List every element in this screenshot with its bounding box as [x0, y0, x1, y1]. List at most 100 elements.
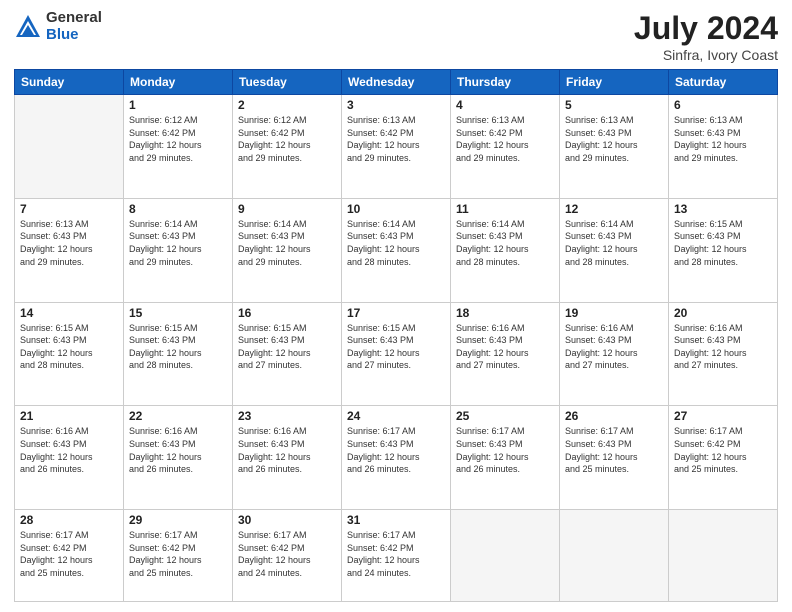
- day-number: 27: [674, 409, 772, 423]
- day-number: 8: [129, 202, 227, 216]
- calendar-table: Sunday Monday Tuesday Wednesday Thursday…: [14, 69, 778, 602]
- day-info: Sunrise: 6:16 AM Sunset: 6:43 PM Dayligh…: [238, 425, 336, 475]
- table-row: 24Sunrise: 6:17 AM Sunset: 6:43 PM Dayli…: [342, 406, 451, 510]
- day-number: 25: [456, 409, 554, 423]
- table-row: 12Sunrise: 6:14 AM Sunset: 6:43 PM Dayli…: [560, 198, 669, 302]
- day-number: 20: [674, 306, 772, 320]
- day-number: 22: [129, 409, 227, 423]
- header-tuesday: Tuesday: [233, 70, 342, 95]
- day-info: Sunrise: 6:12 AM Sunset: 6:42 PM Dayligh…: [238, 114, 336, 164]
- day-number: 6: [674, 98, 772, 112]
- header-saturday: Saturday: [669, 70, 778, 95]
- logo: General Blue: [14, 10, 102, 43]
- day-info: Sunrise: 6:17 AM Sunset: 6:42 PM Dayligh…: [347, 529, 445, 579]
- header-wednesday: Wednesday: [342, 70, 451, 95]
- day-info: Sunrise: 6:13 AM Sunset: 6:42 PM Dayligh…: [347, 114, 445, 164]
- day-info: Sunrise: 6:14 AM Sunset: 6:43 PM Dayligh…: [565, 218, 663, 268]
- day-info: Sunrise: 6:16 AM Sunset: 6:43 PM Dayligh…: [565, 322, 663, 372]
- table-row: 4 Sunrise: 6:13 AM Sunset: 6:42 PM Daylig…: [451, 95, 560, 199]
- day-number: 1: [129, 98, 227, 112]
- day-info: Sunrise: 6:13 AM Sunset: 6:42 PM Dayligh…: [456, 114, 554, 164]
- table-row: [451, 510, 560, 602]
- title-block: July 2024 Sinfra, Ivory Coast: [634, 10, 778, 63]
- day-info: Sunrise: 6:14 AM Sunset: 6:43 PM Dayligh…: [347, 218, 445, 268]
- table-row: 2Sunrise: 6:12 AM Sunset: 6:42 PM Daylig…: [233, 95, 342, 199]
- logo-text: General Blue: [46, 10, 102, 43]
- table-row: 23 Sunrise: 6:16 AM Sunset: 6:43 PM Dayli…: [233, 406, 342, 510]
- day-info: Sunrise: 6:14 AM Sunset: 6:43 PM Dayligh…: [238, 218, 336, 268]
- day-number: 3: [347, 98, 445, 112]
- day-number: 29: [129, 513, 227, 527]
- table-row: 14Sunrise: 6:15 AM Sunset: 6:43 PM Dayli…: [15, 302, 124, 406]
- title-location: Sinfra, Ivory Coast: [634, 47, 778, 63]
- table-row: 10 Sunrise: 6:14 AM Sunset: 6:43 PM Dayli…: [342, 198, 451, 302]
- table-row: 18 Sunrise: 6:16 AM Sunset: 6:43 PM Dayli…: [451, 302, 560, 406]
- table-row: 31 Sunrise: 6:17 AM Sunset: 6:42 PM Dayli…: [342, 510, 451, 602]
- day-number: 7: [20, 202, 118, 216]
- day-info: Sunrise: 6:15 AM Sunset: 6:43 PM Dayligh…: [238, 322, 336, 372]
- table-row: 17 Sunrise: 6:15 AM Sunset: 6:43 PM Dayli…: [342, 302, 451, 406]
- day-number: 11: [456, 202, 554, 216]
- table-row: 25 Sunrise: 6:17 AM Sunset: 6:43 PM Dayli…: [451, 406, 560, 510]
- table-row: 19 Sunrise: 6:16 AM Sunset: 6:43 PM Dayli…: [560, 302, 669, 406]
- table-row: 6 Sunrise: 6:13 AM Sunset: 6:43 PM Daylig…: [669, 95, 778, 199]
- table-row: [15, 95, 124, 199]
- table-row: 15 Sunrise: 6:15 AM Sunset: 6:43 PM Dayli…: [124, 302, 233, 406]
- page: General Blue July 2024 Sinfra, Ivory Coa…: [0, 0, 792, 612]
- day-info: Sunrise: 6:17 AM Sunset: 6:42 PM Dayligh…: [674, 425, 772, 475]
- day-info: Sunrise: 6:17 AM Sunset: 6:42 PM Dayligh…: [129, 529, 227, 579]
- day-number: 9: [238, 202, 336, 216]
- day-number: 5: [565, 98, 663, 112]
- header-friday: Friday: [560, 70, 669, 95]
- calendar-header-row: Sunday Monday Tuesday Wednesday Thursday…: [15, 70, 778, 95]
- day-info: Sunrise: 6:16 AM Sunset: 6:43 PM Dayligh…: [456, 322, 554, 372]
- day-number: 19: [565, 306, 663, 320]
- day-info: Sunrise: 6:13 AM Sunset: 6:43 PM Dayligh…: [20, 218, 118, 268]
- day-info: Sunrise: 6:15 AM Sunset: 6:43 PM Dayligh…: [20, 322, 118, 372]
- table-row: 26 Sunrise: 6:17 AM Sunset: 6:43 PM Dayli…: [560, 406, 669, 510]
- day-number: 18: [456, 306, 554, 320]
- day-number: 30: [238, 513, 336, 527]
- day-info: Sunrise: 6:17 AM Sunset: 6:43 PM Dayligh…: [565, 425, 663, 475]
- day-number: 24: [347, 409, 445, 423]
- day-number: 26: [565, 409, 663, 423]
- table-row: 9 Sunrise: 6:14 AM Sunset: 6:43 PM Daylig…: [233, 198, 342, 302]
- day-info: Sunrise: 6:15 AM Sunset: 6:43 PM Dayligh…: [129, 322, 227, 372]
- day-number: 4: [456, 98, 554, 112]
- day-number: 31: [347, 513, 445, 527]
- day-info: Sunrise: 6:13 AM Sunset: 6:43 PM Dayligh…: [674, 114, 772, 164]
- logo-general-text: General: [46, 10, 102, 27]
- day-number: 23: [238, 409, 336, 423]
- day-number: 13: [674, 202, 772, 216]
- title-month: July 2024: [634, 10, 778, 47]
- day-number: 15: [129, 306, 227, 320]
- table-row: 3 Sunrise: 6:13 AM Sunset: 6:42 PM Daylig…: [342, 95, 451, 199]
- table-row: 27 Sunrise: 6:17 AM Sunset: 6:42 PM Dayli…: [669, 406, 778, 510]
- day-info: Sunrise: 6:17 AM Sunset: 6:42 PM Dayligh…: [20, 529, 118, 579]
- day-info: Sunrise: 6:13 AM Sunset: 6:43 PM Dayligh…: [565, 114, 663, 164]
- table-row: 1 Sunrise: 6:12 AM Sunset: 6:42 PM Daylig…: [124, 95, 233, 199]
- day-info: Sunrise: 6:12 AM Sunset: 6:42 PM Dayligh…: [129, 114, 227, 164]
- day-info: Sunrise: 6:14 AM Sunset: 6:43 PM Dayligh…: [456, 218, 554, 268]
- logo-blue-text: Blue: [46, 27, 102, 44]
- table-row: 22 Sunrise: 6:16 AM Sunset: 6:43 PM Dayli…: [124, 406, 233, 510]
- day-info: Sunrise: 6:17 AM Sunset: 6:42 PM Dayligh…: [238, 529, 336, 579]
- day-info: Sunrise: 6:17 AM Sunset: 6:43 PM Dayligh…: [456, 425, 554, 475]
- table-row: [560, 510, 669, 602]
- day-info: Sunrise: 6:15 AM Sunset: 6:43 PM Dayligh…: [347, 322, 445, 372]
- day-number: 28: [20, 513, 118, 527]
- day-info: Sunrise: 6:16 AM Sunset: 6:43 PM Dayligh…: [20, 425, 118, 475]
- day-info: Sunrise: 6:15 AM Sunset: 6:43 PM Dayligh…: [674, 218, 772, 268]
- table-row: 21 Sunrise: 6:16 AM Sunset: 6:43 PM Dayli…: [15, 406, 124, 510]
- table-row: 5 Sunrise: 6:13 AM Sunset: 6:43 PM Daylig…: [560, 95, 669, 199]
- table-row: 29 Sunrise: 6:17 AM Sunset: 6:42 PM Dayli…: [124, 510, 233, 602]
- table-row: 8Sunrise: 6:14 AM Sunset: 6:43 PM Daylig…: [124, 198, 233, 302]
- table-row: 16Sunrise: 6:15 AM Sunset: 6:43 PM Dayli…: [233, 302, 342, 406]
- day-number: 10: [347, 202, 445, 216]
- logo-icon: [14, 13, 42, 41]
- day-info: Sunrise: 6:16 AM Sunset: 6:43 PM Dayligh…: [129, 425, 227, 475]
- day-number: 21: [20, 409, 118, 423]
- header-sunday: Sunday: [15, 70, 124, 95]
- day-number: 17: [347, 306, 445, 320]
- table-row: 20Sunrise: 6:16 AM Sunset: 6:43 PM Dayli…: [669, 302, 778, 406]
